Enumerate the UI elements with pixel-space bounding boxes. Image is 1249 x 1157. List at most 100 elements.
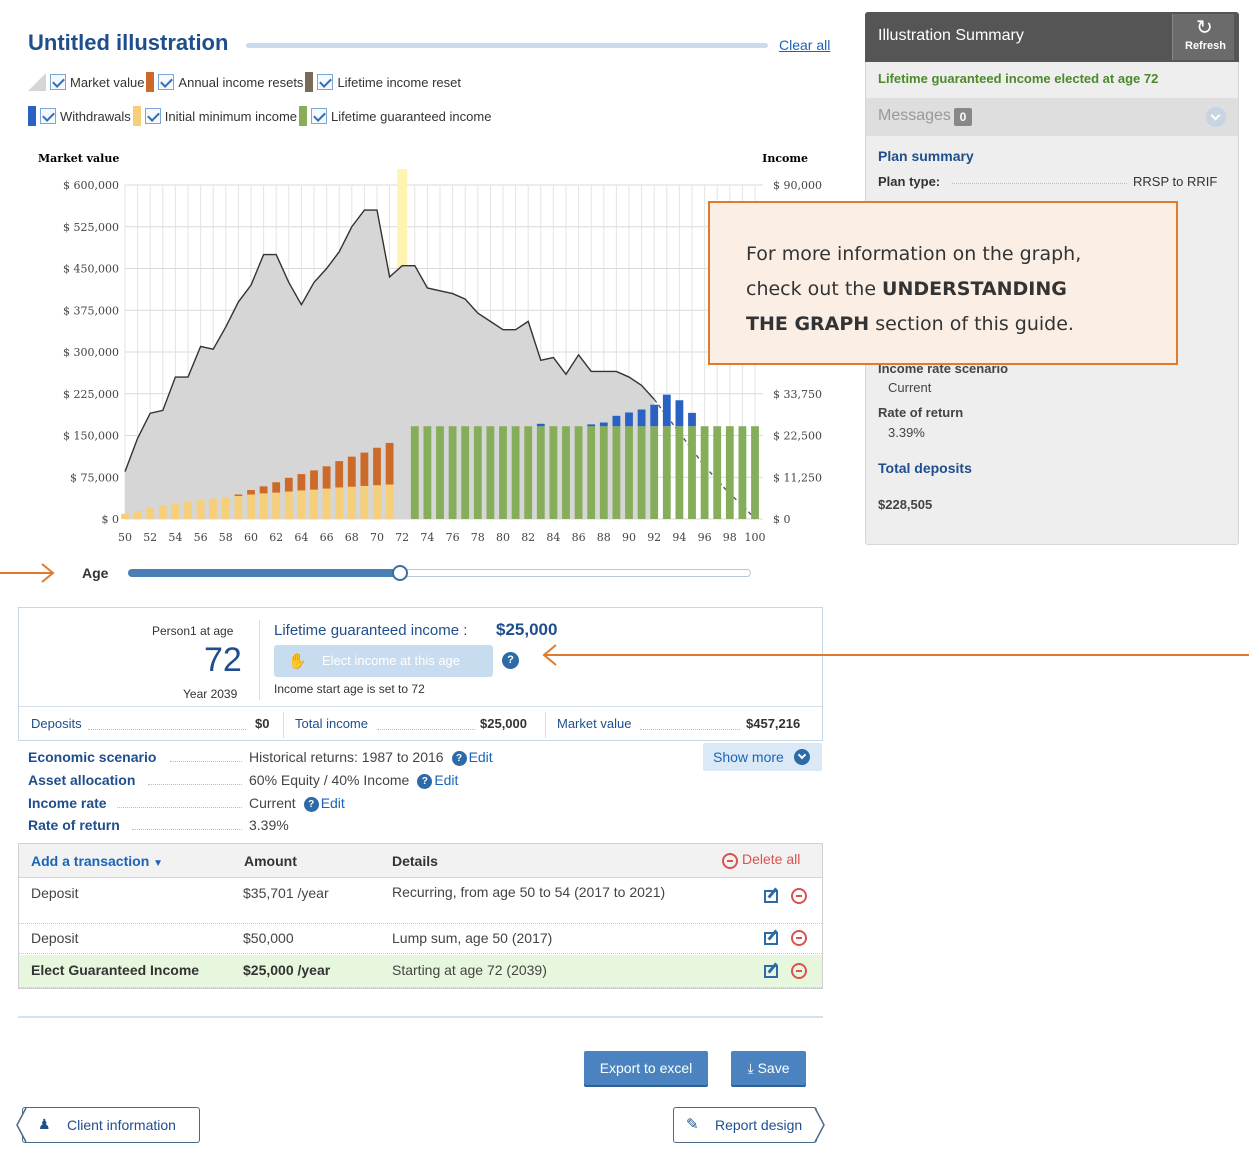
withdrawal-bar (650, 404, 659, 427)
legend-label: Market value (70, 74, 145, 90)
asset-allocation-value: 60% Equity / 40% Income? Edit (249, 772, 458, 789)
x-tick-label: 90 (622, 531, 636, 544)
initial-minimum-income-bar (221, 497, 230, 519)
lifetime-guaranteed-income-bar (499, 426, 507, 519)
x-tick-label: 80 (496, 531, 510, 544)
x-tick-label: 94 (672, 531, 686, 544)
lifetime-guaranteed-income-bar (536, 426, 545, 519)
annual-income-resets-checkbox[interactable] (158, 74, 175, 90)
x-tick-label: 96 (698, 531, 712, 544)
legend-withdrawals[interactable]: Withdrawals (28, 106, 131, 126)
initial-minimum-income-swatch (132, 106, 141, 126)
x-tick-label: 66 (320, 531, 334, 544)
x-tick-label: 62 (269, 531, 283, 544)
withdrawal-bar (599, 422, 608, 427)
income-rate-label: Income rate (28, 795, 107, 811)
save-button[interactable]: ⤓ Save (731, 1051, 806, 1085)
divider (283, 712, 284, 738)
legend-lifetime-income-reset[interactable]: Lifetime income reset (305, 72, 461, 92)
refresh-label[interactable]: Refresh (1185, 40, 1226, 52)
x-tick-label: 64 (294, 531, 308, 544)
edit-economic-scenario-link[interactable]: Edit (469, 749, 493, 765)
right-axis-title: Income (762, 152, 808, 165)
rate-of-return-value: 3.39% (249, 817, 289, 833)
annual-income-reset-bar (322, 466, 331, 489)
help-icon[interactable]: ? (451, 750, 467, 766)
x-tick-label: 88 (597, 531, 611, 544)
refresh-icon[interactable]: ↻ (1196, 15, 1213, 40)
report-edit-icon: ✎ (686, 1116, 699, 1133)
lifetime-guaranteed-income-checkbox[interactable] (311, 108, 327, 124)
clear-all-link[interactable]: Clear all (779, 37, 830, 53)
market-value-checkbox[interactable] (50, 74, 66, 90)
delete-all-button[interactable]: Delete all (742, 851, 800, 867)
help-icon[interactable]: ? (417, 773, 433, 789)
add-transaction-label: Add a transaction (31, 853, 150, 869)
dotted-leader (148, 784, 242, 785)
transaction-type: Deposit (31, 930, 79, 946)
lifetime-income-reset-checkbox[interactable] (317, 74, 334, 90)
left-tick-label: $ 525,000 (63, 221, 119, 234)
divider (545, 712, 546, 738)
dotted-leader (132, 829, 242, 830)
edit-income-rate-link[interactable]: Edit (321, 795, 345, 811)
person-label: Person1 at age (152, 624, 234, 638)
divider (259, 620, 260, 700)
left-tick-label: $ 0 (102, 513, 120, 526)
edit-icon[interactable] (764, 965, 778, 978)
edit-asset-allocation-link[interactable]: Edit (434, 772, 458, 788)
edit-icon[interactable] (764, 890, 778, 903)
delete-icon[interactable] (791, 963, 807, 979)
dotted-leader (640, 729, 740, 730)
chevron-down-icon[interactable] (794, 749, 810, 765)
economic-scenario-label: Economic scenario (28, 749, 157, 765)
initial-minimum-income-checkbox[interactable] (144, 108, 161, 124)
help-icon[interactable]: ? (502, 652, 519, 669)
x-tick-label: 74 (420, 531, 434, 544)
legend-annual-income-resets[interactable]: Annual income resets (146, 72, 303, 92)
chevron-down-icon[interactable] (1206, 107, 1226, 127)
export-to-excel-button[interactable]: Export to excel (584, 1051, 708, 1085)
initial-minimum-income-bar (121, 513, 129, 519)
withdrawal-bar (662, 394, 671, 427)
save-label: Save (757, 1060, 790, 1076)
income-rate-text: Current (249, 795, 296, 811)
add-transaction-dropdown[interactable]: Add a transaction ▼ (31, 853, 163, 869)
transaction-details: Recurring, from age 50 to 54 (2017 to 20… (392, 884, 666, 900)
left-tick-label: $ 375,000 (63, 304, 119, 317)
help-icon[interactable]: ? (303, 796, 319, 812)
lifetime-guaranteed-income-bar (662, 426, 671, 519)
age-slider-handle[interactable] (392, 565, 408, 581)
delete-icon[interactable] (791, 888, 807, 904)
legend-label: Annual income resets (178, 74, 304, 90)
delete-icon[interactable] (791, 930, 807, 946)
x-tick-label: 78 (471, 531, 485, 544)
withdrawal-bar (625, 412, 633, 427)
lifetime-income-reset-swatch (305, 72, 314, 92)
legend-market-value[interactable]: Market value (28, 73, 144, 91)
delete-icon[interactable] (722, 853, 738, 869)
asset-allocation-label: Asset allocation (28, 772, 136, 788)
initial-minimum-income-bar (297, 490, 306, 519)
edit-icon[interactable] (764, 932, 778, 945)
annual-income-reset-bar (234, 494, 243, 496)
summary-title: Illustration Summary (878, 27, 1024, 44)
withdrawals-checkbox[interactable] (40, 108, 56, 124)
lifetime-guaranteed-income-label: Lifetime guaranteed income : (274, 622, 468, 639)
economic-scenario-text: Historical returns: 1987 to 2016 (249, 749, 444, 765)
lifetime-guaranteed-income-bar (625, 426, 633, 519)
legend-initial-minimum-income[interactable]: Initial minimum income (132, 106, 297, 126)
initial-minimum-income-bar (284, 491, 293, 519)
messages-label[interactable]: Messages (878, 107, 951, 125)
initial-minimum-income-bar (310, 489, 318, 519)
legend-lifetime-guaranteed-income[interactable]: Lifetime guaranteed income (299, 106, 491, 126)
withdrawal-bar (688, 412, 696, 427)
total-income-label: Total income (295, 716, 368, 731)
hand-coin-icon: ✋ (288, 653, 307, 670)
user-icon: ♟ (38, 1116, 51, 1132)
initial-minimum-income-bar (171, 503, 180, 519)
back-chevron-icon (16, 1107, 27, 1143)
lifetime-guaranteed-income-bar (562, 426, 570, 519)
client-information-label: Client information (67, 1117, 176, 1133)
left-tick-label: $ 225,000 (63, 388, 119, 401)
